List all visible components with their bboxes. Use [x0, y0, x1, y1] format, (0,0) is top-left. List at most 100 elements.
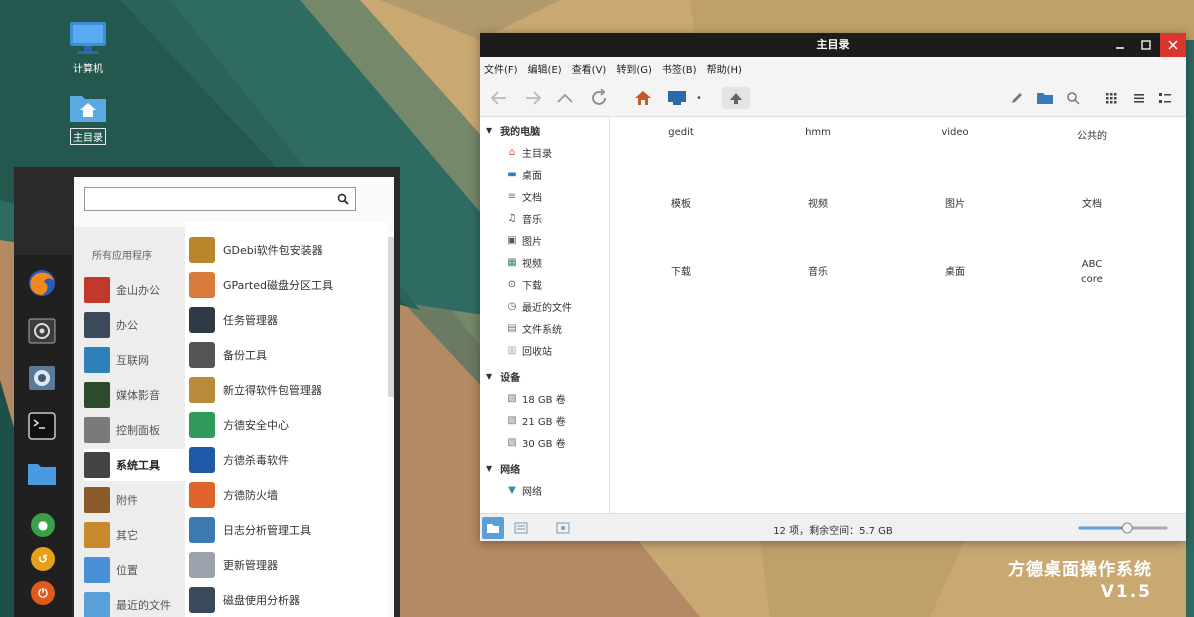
zoom-slider[interactable]	[1078, 520, 1168, 536]
app-item[interactable]: 任务管理器	[189, 304, 385, 336]
search-input[interactable]	[84, 187, 356, 211]
compact-view-button[interactable]	[1154, 87, 1176, 109]
menu-item[interactable]: 帮助(H)	[707, 61, 742, 76]
category-item[interactable]: 办公	[84, 309, 185, 341]
app-item[interactable]: 方德防火墙	[189, 479, 385, 511]
sidebar-item-label: 文档	[522, 192, 542, 204]
app-list-scrollbar[interactable]	[388, 237, 394, 397]
app-item[interactable]: 日志分析管理工具	[189, 514, 385, 546]
dock-firefox[interactable]	[26, 267, 58, 299]
up-button[interactable]	[554, 87, 576, 109]
sidebar-item[interactable]: ⊙ 下载	[506, 275, 542, 293]
sidebar-item[interactable]: ▧ 18 GB 卷	[506, 389, 565, 407]
sidebar-item[interactable]: ▧ 21 GB 卷	[506, 411, 565, 429]
category-label: 办公	[116, 319, 138, 332]
menu-item[interactable]: 书签(B)	[662, 61, 697, 76]
sidebar-section[interactable]: ▼ 设备	[486, 369, 520, 384]
accessories-icon	[84, 487, 110, 513]
sidebar-section[interactable]: ▼ 网络	[486, 461, 520, 476]
new-folder-button[interactable]	[1034, 87, 1056, 109]
app-item[interactable]: GParted磁盘分区工具	[189, 269, 385, 301]
power-icon[interactable]: ⏻	[31, 581, 55, 605]
category-item[interactable]: 其它	[84, 519, 185, 551]
menu-item[interactable]: 编辑(E)	[528, 61, 562, 76]
category-item[interactable]: 系统工具	[84, 449, 185, 481]
file-item[interactable]: video	[915, 123, 995, 138]
file-name: gedit	[668, 127, 694, 138]
file-item[interactable]: ABC core	[1052, 259, 1132, 285]
sidebar-item[interactable]: ◷ 最近的文件	[506, 297, 572, 315]
edit-button[interactable]	[1006, 87, 1028, 109]
collapse-icon[interactable]: ▼	[486, 126, 492, 135]
close-button[interactable]	[1160, 33, 1186, 57]
logout-icon[interactable]: ↺	[31, 547, 55, 571]
icon-view-button[interactable]	[1100, 87, 1122, 109]
app-item[interactable]: 备份工具	[189, 339, 385, 371]
sidebar-item[interactable]: ▼ 网络	[506, 481, 542, 499]
all-apps-heading[interactable]: 所有应用程序	[92, 247, 152, 262]
file-item[interactable]: 视频	[778, 191, 858, 210]
file-item[interactable]: 下载	[641, 259, 721, 278]
file-item[interactable]: gedit	[641, 123, 721, 138]
app-item[interactable]: GDebi软件包安装器	[189, 234, 385, 266]
app-item[interactable]: 更新管理器	[189, 549, 385, 581]
app-item[interactable]: 方德杀毒软件	[189, 444, 385, 476]
collapse-icon[interactable]: ▼	[486, 464, 492, 473]
dock-screenshot[interactable]	[26, 362, 58, 394]
file-item[interactable]: 公共的	[1052, 123, 1132, 142]
sidebar-item[interactable]: ▬ 桌面	[506, 165, 542, 183]
home-button[interactable]	[632, 87, 654, 109]
dock-files[interactable]	[26, 457, 58, 489]
dock-terminal[interactable]	[26, 410, 58, 442]
app-label: 磁盘使用分析器	[223, 594, 300, 607]
sidebar-item[interactable]: ≡ 文档	[506, 187, 542, 205]
app-item[interactable]: 方德安全中心	[189, 409, 385, 441]
zoom-slider-knob[interactable]	[1121, 522, 1133, 534]
settings-icon	[28, 318, 56, 344]
file-item[interactable]: 音乐	[778, 259, 858, 278]
reload-button[interactable]	[588, 87, 610, 109]
category-item[interactable]: 金山办公	[84, 274, 185, 306]
back-button[interactable]	[488, 87, 510, 109]
dock-settings[interactable]	[26, 315, 58, 347]
category-item[interactable]: 附件	[84, 484, 185, 516]
search-icon[interactable]	[337, 193, 349, 205]
menu-item[interactable]: 查看(V)	[572, 61, 607, 76]
sidebar-item[interactable]: ▧ 30 GB 卷	[506, 433, 565, 451]
desktop-home-folder[interactable]: 主目录	[58, 90, 118, 145]
menu-item[interactable]: 转到(G)	[616, 61, 652, 76]
file-item[interactable]: 桌面	[915, 259, 995, 278]
sidebar-section[interactable]: ▼ 我的电脑	[486, 123, 540, 138]
file-item[interactable]: 模板	[641, 191, 721, 210]
sidebar-item[interactable]: ▦ 视频	[506, 253, 542, 271]
category-item[interactable]: 位置	[84, 554, 185, 586]
minimize-button[interactable]	[1108, 33, 1132, 57]
task-manager-icon	[189, 307, 215, 333]
category-item[interactable]: 控制面板	[84, 414, 185, 446]
category-item[interactable]: 最近的文件	[84, 589, 185, 617]
sidebar-item[interactable]: ▣ 图片	[506, 231, 542, 249]
sidebar-item[interactable]: ⌂ 主目录	[506, 143, 552, 161]
list-view-button[interactable]	[1128, 87, 1150, 109]
app-item[interactable]: 新立得软件包管理器	[189, 374, 385, 406]
sidebar-item[interactable]: ▥ 回收站	[506, 341, 552, 359]
lock-icon[interactable]: ●	[31, 513, 55, 537]
collapse-icon[interactable]: ▼	[486, 372, 492, 381]
path-up-button[interactable]	[722, 87, 750, 109]
search-button[interactable]	[1062, 87, 1084, 109]
file-item[interactable]: 文档	[1052, 191, 1132, 210]
window-title[interactable]: 主目录	[480, 33, 1186, 57]
category-item[interactable]: 媒体影音	[84, 379, 185, 411]
maximize-button[interactable]	[1134, 33, 1158, 57]
desktop-computer[interactable]: 计算机	[58, 20, 118, 75]
sidebar-item[interactable]: ♫ 音乐	[506, 209, 542, 227]
file-name: video	[941, 127, 969, 138]
file-item[interactable]: hmm	[778, 123, 858, 138]
app-item[interactable]: 磁盘使用分析器	[189, 584, 385, 616]
menu-item[interactable]: 文件(F)	[484, 61, 518, 76]
file-item[interactable]: 图片	[915, 191, 995, 210]
sidebar-item[interactable]: ▤ 文件系统	[506, 319, 562, 337]
category-item[interactable]: 互联网	[84, 344, 185, 376]
forward-button[interactable]	[522, 87, 544, 109]
computer-button[interactable]	[666, 87, 688, 109]
